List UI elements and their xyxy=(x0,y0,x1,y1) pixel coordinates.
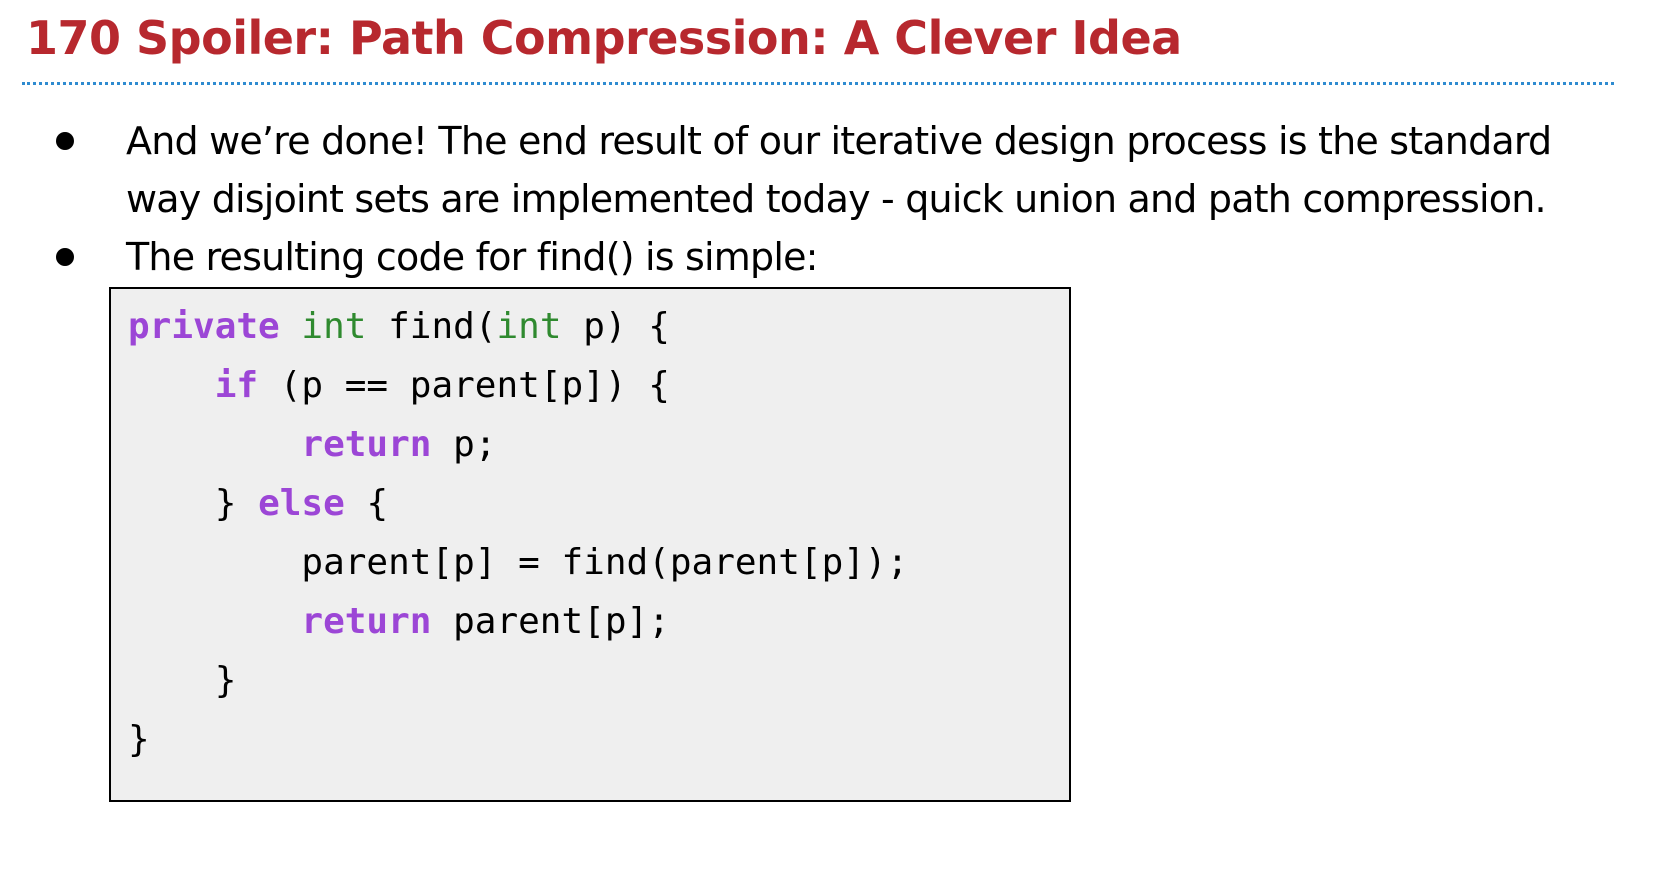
code-token: p; xyxy=(431,424,497,465)
title-divider xyxy=(22,82,1614,85)
bullet-text-line: way disjoint sets are implemented today … xyxy=(126,177,1547,221)
bullet-item: The resulting code for find() is simple: xyxy=(54,228,1654,286)
code-block: private int find(int p) { if (p == paren… xyxy=(109,287,1071,802)
bullet-text-line: The resulting code for find() is simple: xyxy=(126,235,819,279)
keyword-token: private xyxy=(128,306,280,347)
code-line: parent[p] = find(parent[p]); xyxy=(128,542,908,583)
bullet-item: And we’re done! The end result of our it… xyxy=(54,112,1654,228)
bullet-dot-icon xyxy=(56,248,74,266)
type-token: int xyxy=(301,306,367,347)
code-token: parent[p] = find(parent[p]); xyxy=(301,542,909,583)
code-line: if (p == parent[p]) { xyxy=(128,365,670,406)
code-token: p) { xyxy=(561,306,670,347)
code-token: } xyxy=(214,660,237,701)
bullet-list: And we’re done! The end result of our it… xyxy=(54,112,1654,286)
code-token: } xyxy=(214,483,259,524)
code-token: find( xyxy=(366,306,497,347)
keyword-token: return xyxy=(301,601,432,642)
code-token: } xyxy=(128,719,150,760)
keyword-token: return xyxy=(301,424,432,465)
code-line: return p; xyxy=(128,424,496,465)
keyword-token: else xyxy=(258,483,345,524)
code-token: (p == parent[p]) { xyxy=(258,365,670,406)
bullet-text-line: And we’re done! The end result of our it… xyxy=(126,119,1552,163)
code-listing: private int find(int p) { if (p == paren… xyxy=(128,297,908,769)
keyword-token: if xyxy=(214,365,259,406)
slide-title: 170 Spoiler: Path Compression: A Clever … xyxy=(26,11,1182,65)
code-line: } else { xyxy=(128,483,388,524)
code-line: } xyxy=(128,719,150,760)
bullet-dot-icon xyxy=(56,132,74,150)
code-token: parent[p]; xyxy=(431,601,670,642)
code-token: { xyxy=(344,483,389,524)
code-line: } xyxy=(128,660,237,701)
type-token: int xyxy=(496,306,562,347)
code-line: private int find(int p) { xyxy=(128,306,670,347)
code-line: return parent[p]; xyxy=(128,601,670,642)
